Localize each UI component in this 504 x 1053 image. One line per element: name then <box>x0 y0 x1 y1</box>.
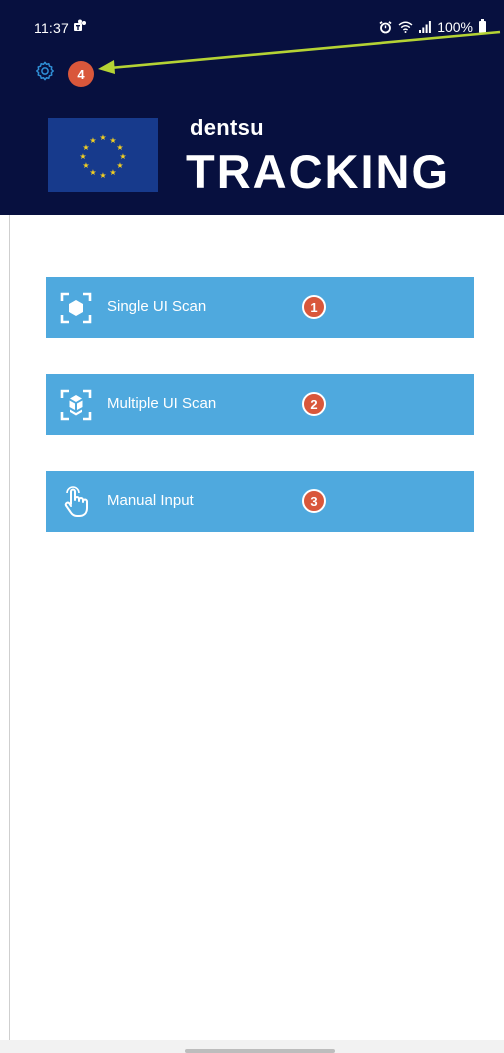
svg-text:★: ★ <box>82 161 89 170</box>
hand-pointer-icon <box>64 486 88 517</box>
svg-text:★: ★ <box>89 136 96 145</box>
status-time: 11:37 <box>34 20 69 36</box>
svg-text:★: ★ <box>109 168 116 177</box>
single-ui-scan-button[interactable]: Single UI Scan 1 <box>46 277 474 338</box>
annotation-arrow <box>98 30 501 74</box>
gear-icon[interactable] <box>34 60 56 82</box>
svg-text:★: ★ <box>79 152 86 161</box>
multiple-ui-scan-label: Multiple UI Scan <box>107 395 217 412</box>
home-gesture-handle[interactable] <box>185 1049 335 1053</box>
svg-text:★: ★ <box>99 171 106 180</box>
multiple-ui-scan-button[interactable]: Multiple UI Scan 2 <box>46 374 474 435</box>
app-header: 11:37 100% 4 ★ ★ ★ ★ ★ ★ ★ ★ ★ ★ ★ ★ den… <box>0 0 504 215</box>
svg-text:★: ★ <box>116 161 123 170</box>
svg-text:★: ★ <box>89 168 96 177</box>
manual-input-label: Manual Input <box>107 492 194 509</box>
step-badge: 2 <box>302 392 326 416</box>
scan-single-icon <box>60 292 92 324</box>
eu-flag-icon: ★ ★ ★ ★ ★ ★ ★ ★ ★ ★ ★ ★ <box>48 118 158 192</box>
app-screen: 11:37 100% 4 ★ ★ ★ ★ ★ ★ ★ ★ ★ ★ ★ ★ den… <box>0 0 504 1053</box>
frame-divider <box>9 215 10 1040</box>
step-badge: 3 <box>302 489 326 513</box>
scan-multiple-icon <box>60 389 92 421</box>
svg-text:★: ★ <box>116 143 123 152</box>
teams-icon <box>74 19 86 31</box>
single-ui-scan-label: Single UI Scan <box>107 298 207 315</box>
svg-text:★: ★ <box>119 152 126 161</box>
settings-badge: 4 <box>68 61 94 87</box>
step-badge: 1 <box>302 295 326 319</box>
manual-input-button[interactable]: Manual Input 3 <box>46 471 474 532</box>
app-title: TRACKING <box>186 145 451 198</box>
svg-text:★: ★ <box>99 133 106 142</box>
brand-name: dentsu <box>190 115 264 140</box>
